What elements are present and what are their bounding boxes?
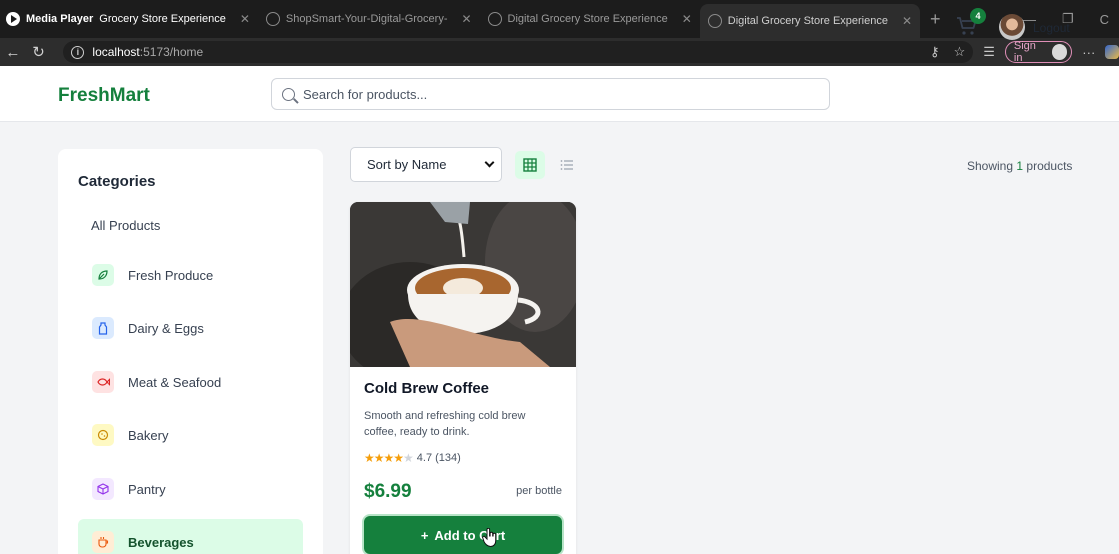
rating-text: 4.7 (134) [416, 452, 461, 464]
results-suffix: products [1023, 159, 1073, 173]
media-player-tab[interactable]: Media Player Grocery Store Experience ✕ [0, 0, 258, 38]
url-field[interactable]: i localhost:5173/home ⚷ ☆ [63, 41, 974, 63]
categories-sidebar: Categories All Products Fresh Produce Da… [58, 149, 323, 554]
sidebar-item-beverages[interactable]: Beverages [78, 519, 303, 554]
grid-icon [523, 158, 537, 172]
copilot-icon[interactable] [1105, 45, 1119, 59]
tab-shopsmart[interactable]: ShopSmart-Your-Digital-Grocery- ✕ [258, 0, 480, 38]
new-tab-button[interactable]: + [920, 9, 951, 30]
sort-select[interactable]: Sort by Name [350, 147, 502, 182]
list-icon [560, 160, 573, 170]
product-price: $6.99 [364, 481, 412, 502]
tab-label: Digital Grocery Store Experience [507, 13, 668, 25]
add-to-cart-button[interactable]: + Add to Cart [364, 516, 562, 554]
sidebar-item-label: Meat & Seafood [128, 374, 222, 390]
sidebar-item-pantry[interactable]: Pantry [78, 466, 303, 512]
sidebar-item-all-products[interactable]: All Products [91, 218, 160, 233]
logout-button[interactable]: Logout [1033, 21, 1070, 35]
search-input[interactable] [303, 86, 803, 102]
globe-icon [487, 12, 502, 26]
product-card[interactable]: Cold Brew Coffee Smooth and refreshing c… [350, 202, 576, 554]
sidebar-item-bakery[interactable]: Bakery [78, 412, 303, 458]
app-header: FreshMart [0, 66, 1119, 122]
tab-digital-grocery[interactable]: Digital Grocery Store Experience ✕ [480, 0, 700, 38]
close-icon[interactable]: ✕ [240, 12, 250, 26]
list-view-button[interactable] [555, 151, 579, 179]
search-icon [282, 87, 295, 101]
chevron-down-icon [484, 157, 495, 168]
brand-logo[interactable]: FreshMart [58, 85, 150, 107]
sidebar-item-label: Bakery [128, 427, 169, 443]
close-icon[interactable]: ✕ [682, 12, 692, 26]
sign-in-label: Sign in [1013, 40, 1036, 64]
tab-label: ShopSmart-Your-Digital-Grocery- [285, 13, 448, 25]
tab-digital-grocery-active[interactable]: Digital Grocery Store Experience ✕ [699, 4, 921, 38]
close-icon[interactable]: ✕ [461, 12, 471, 26]
search-bar[interactable] [271, 78, 830, 110]
refresh-icon[interactable]: ↻ [26, 43, 52, 61]
close-icon[interactable]: ✕ [902, 14, 912, 28]
back-icon[interactable]: ← [0, 44, 26, 61]
play-icon [6, 12, 20, 26]
product-image [350, 202, 576, 382]
globe-icon [707, 14, 722, 28]
product-name: Cold Brew Coffee [364, 380, 490, 397]
cup-icon [92, 531, 114, 553]
user-avatar[interactable] [999, 14, 1025, 40]
github-icon [265, 12, 280, 26]
rating-stars-icon: ★★★★★ [364, 451, 414, 465]
package-icon [92, 478, 114, 500]
product-rating: ★★★★★ 4.7 (134) [364, 451, 461, 465]
media-player-label: Media Player [26, 13, 94, 25]
results-prefix: Showing [967, 159, 1017, 173]
product-unit: per bottle [516, 485, 562, 497]
close-window-icon[interactable]: C [1100, 12, 1109, 27]
fish-icon [92, 371, 114, 393]
sign-in-button[interactable]: Sign in [1004, 40, 1073, 64]
profile-avatar-icon [1051, 44, 1068, 60]
browser-tab-strip: Media Player Grocery Store Experience ✕ … [0, 0, 1119, 38]
plus-icon: + [420, 527, 429, 543]
hand-cursor-icon [482, 528, 497, 548]
address-bar: ← ↻ i localhost:5173/home ⚷ ☆ ☰ Sign in … [0, 38, 1119, 66]
tab-label: Grocery Store Experience [99, 13, 226, 25]
sidebar-item-label: Fresh Produce [128, 267, 214, 283]
cookie-icon [92, 424, 114, 446]
product-description: Smooth and refreshing cold brew coffee, … [364, 410, 526, 438]
leaf-icon [92, 264, 114, 286]
key-icon[interactable]: ⚷ [930, 44, 940, 60]
favorite-star-icon[interactable]: ☆ [954, 44, 966, 60]
url-path: :5173/home [139, 45, 204, 59]
results-count: Showing 1 products [967, 159, 1072, 173]
tab-label: Digital Grocery Store Experience [727, 15, 888, 27]
info-icon[interactable]: i [71, 45, 85, 59]
more-icon[interactable]: ··· [1082, 45, 1095, 60]
sidebar-item-meat-seafood[interactable]: Meat & Seafood [78, 359, 303, 405]
sort-select-value: Sort by Name [367, 157, 447, 172]
sidebar-item-fresh-produce[interactable]: Fresh Produce [78, 252, 303, 298]
sidebar-item-label: Dairy & Eggs [128, 320, 204, 336]
sidebar-item-label: Beverages [128, 534, 194, 550]
cart-count-badge: 4 [970, 8, 986, 24]
sidebar-item-label: Pantry [128, 481, 166, 497]
grid-view-button[interactable] [515, 151, 545, 179]
favorites-icon[interactable]: ☰ [983, 44, 995, 60]
url-host: localhost [92, 45, 140, 59]
sidebar-item-dairy-eggs[interactable]: Dairy & Eggs [78, 305, 303, 351]
categories-title: Categories [78, 173, 156, 190]
milk-icon [92, 317, 114, 339]
